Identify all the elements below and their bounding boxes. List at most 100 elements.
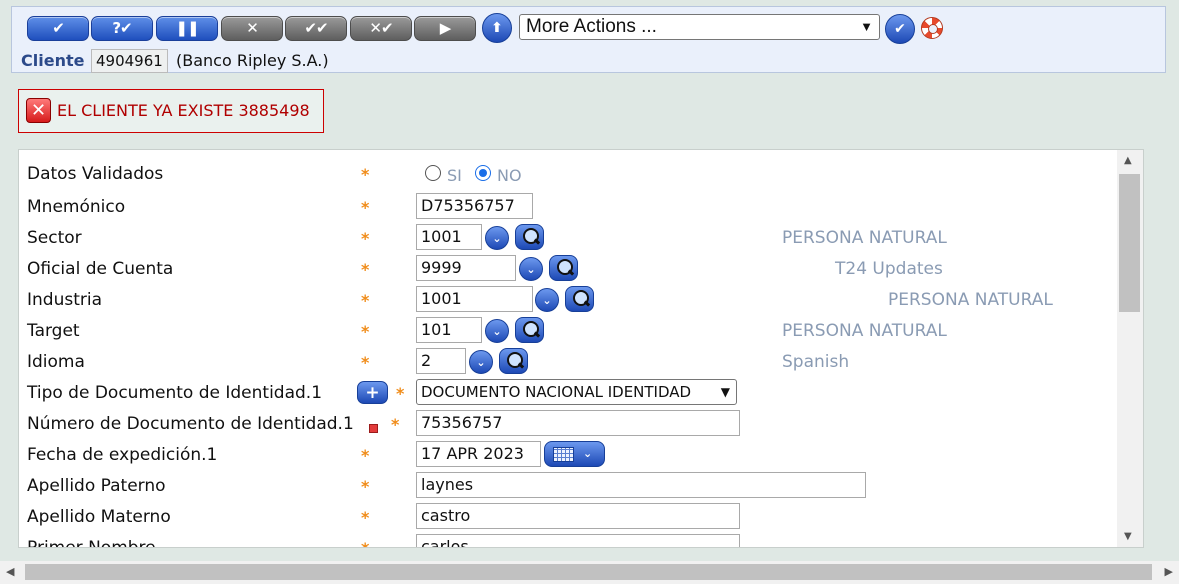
vertical-scroll-thumb[interactable] bbox=[1119, 174, 1140, 312]
chevron-down-icon: ▼ bbox=[720, 385, 730, 399]
oficial-input[interactable]: 9999 bbox=[416, 255, 516, 281]
sector-input[interactable]: 1001 bbox=[416, 224, 482, 250]
dropdown-icon[interactable]: ⌄ bbox=[519, 257, 543, 281]
vertical-scrollbar[interactable]: ▲ ▼ bbox=[1117, 150, 1143, 547]
go-button[interactable]: ✔ bbox=[885, 14, 915, 44]
reverse-icon: ✕✔ bbox=[369, 19, 393, 37]
target-input[interactable]: 101 bbox=[416, 317, 482, 343]
cliente-id: 4904961 bbox=[91, 49, 168, 73]
more-actions-value: More Actions ... bbox=[526, 16, 657, 37]
oficial-label: Oficial de Cuenta bbox=[27, 259, 174, 279]
idioma-input[interactable]: 2 bbox=[416, 348, 466, 374]
validate-icon: ?✔ bbox=[112, 19, 132, 37]
help-lifebuoy-icon[interactable] bbox=[921, 17, 943, 39]
mnemonico-input[interactable]: D75356757 bbox=[416, 193, 533, 219]
cliente-label: Cliente bbox=[21, 51, 85, 70]
mandatory-star-icon: * bbox=[361, 165, 370, 184]
apellido-paterno-label: Apellido Paterno bbox=[27, 476, 166, 496]
commit-button[interactable]: ✔ bbox=[27, 16, 89, 41]
row-fecha-expedicion: Fecha de expedición.1 * 17 APR 2023 ⌄ bbox=[19, 441, 1117, 471]
tipo-documento-label: Tipo de Documento de Identidad.1 bbox=[27, 383, 323, 403]
dropdown-icon[interactable]: ⌄ bbox=[485, 319, 509, 343]
mandatory-star-icon: * bbox=[361, 446, 370, 465]
row-numero-documento: Número de Documento de Identidad.1 * 753… bbox=[19, 410, 1117, 440]
scroll-left-icon[interactable]: ◀ bbox=[6, 565, 14, 578]
pause-icon: ❚❚ bbox=[175, 19, 199, 37]
more-actions-select[interactable]: More Actions ... ▼ bbox=[519, 14, 880, 40]
horizontal-scroll-thumb[interactable] bbox=[25, 564, 1152, 580]
delete-button[interactable]: ✕ bbox=[221, 16, 283, 41]
apellido-paterno-input[interactable]: laynes bbox=[416, 472, 866, 498]
scroll-up-icon[interactable]: ▲ bbox=[1124, 155, 1132, 166]
radio-no-label: NO bbox=[497, 166, 522, 185]
row-idioma: Idioma * 2 ⌄ Spanish bbox=[19, 348, 1117, 378]
mnemonico-label: Mnemónico bbox=[27, 197, 126, 217]
numero-documento-input[interactable]: 75356757 bbox=[416, 410, 740, 436]
next-button[interactable]: ▶ bbox=[414, 16, 476, 41]
error-text: EL CLIENTE YA EXISTE 3885498 bbox=[57, 101, 310, 120]
dropdown-icon[interactable]: ⌄ bbox=[535, 288, 559, 312]
mandatory-star-icon: * bbox=[361, 198, 370, 217]
scroll-down-icon[interactable]: ▼ bbox=[1124, 531, 1132, 542]
double-check-icon: ✔✔ bbox=[304, 19, 328, 37]
radio-si-label: SI bbox=[447, 166, 462, 185]
validate-button[interactable]: ?✔ bbox=[91, 16, 153, 41]
cliente-name: (Banco Ripley S.A.) bbox=[176, 51, 329, 70]
chevron-down-icon: ⌄ bbox=[492, 231, 502, 245]
industria-description: PERSONA NATURAL bbox=[888, 290, 1053, 310]
row-primer-nombre: Primer Nombre * carlos bbox=[19, 534, 1117, 547]
idioma-label: Idioma bbox=[27, 352, 85, 372]
search-icon[interactable] bbox=[515, 317, 544, 343]
oficial-description: T24 Updates bbox=[835, 259, 943, 279]
primer-nombre-input[interactable]: carlos bbox=[416, 534, 740, 547]
mandatory-star-icon: * bbox=[361, 477, 370, 496]
search-icon[interactable] bbox=[515, 224, 544, 250]
apellido-materno-input[interactable]: castro bbox=[416, 503, 740, 529]
tipo-documento-value: DOCUMENTO NACIONAL IDENTIDAD bbox=[421, 383, 692, 401]
radio-si[interactable] bbox=[425, 165, 441, 181]
search-icon[interactable] bbox=[549, 255, 578, 281]
error-message-box: ✕ EL CLIENTE YA EXISTE 3885498 bbox=[18, 89, 324, 133]
target-description: PERSONA NATURAL bbox=[782, 321, 947, 341]
sector-description: PERSONA NATURAL bbox=[782, 228, 947, 248]
search-icon[interactable] bbox=[499, 348, 528, 374]
reverse-button[interactable]: ✕✔ bbox=[350, 16, 412, 41]
chevron-down-icon: ▼ bbox=[860, 19, 873, 34]
mandatory-star-icon: * bbox=[361, 229, 370, 248]
mandatory-star-icon: * bbox=[396, 384, 405, 403]
fecha-expedicion-input[interactable]: 17 APR 2023 bbox=[416, 441, 541, 467]
customer-form-panel: Datos Validados * SI NO Mnemónico * D753… bbox=[18, 149, 1144, 548]
mandatory-star-icon: * bbox=[361, 353, 370, 372]
mandatory-star-icon: * bbox=[361, 291, 370, 310]
sector-label: Sector bbox=[27, 228, 82, 248]
required-marker-icon bbox=[369, 424, 378, 433]
dropdown-icon[interactable]: ⌄ bbox=[469, 350, 493, 374]
mandatory-star-icon: * bbox=[361, 508, 370, 527]
row-mnemonico: Mnemónico * D75356757 bbox=[19, 193, 1117, 223]
expand-multivalue-button[interactable]: + bbox=[357, 381, 388, 404]
radio-no[interactable] bbox=[475, 165, 491, 181]
dropdown-icon[interactable]: ⌄ bbox=[485, 226, 509, 250]
chevron-down-icon: ⌄ bbox=[476, 355, 486, 369]
datos-validados-label: Datos Validados bbox=[27, 164, 164, 184]
tipo-documento-select[interactable]: DOCUMENTO NACIONAL IDENTIDAD ▼ bbox=[416, 379, 737, 405]
mandatory-star-icon: * bbox=[361, 260, 370, 279]
industria-input[interactable]: 1001 bbox=[416, 286, 533, 312]
search-icon[interactable] bbox=[565, 286, 594, 312]
chevron-down-icon: ⌄ bbox=[492, 324, 502, 338]
mandatory-star-icon: * bbox=[361, 322, 370, 341]
mandatory-star-icon: * bbox=[391, 415, 400, 434]
hold-button[interactable]: ❚❚ bbox=[156, 16, 218, 41]
apellido-materno-label: Apellido Materno bbox=[27, 507, 171, 527]
row-sector: Sector * 1001 ⌄ PERSONA NATURAL bbox=[19, 224, 1117, 254]
close-icon: ✕ bbox=[246, 19, 259, 37]
chevron-down-icon: ⌄ bbox=[542, 293, 552, 307]
calendar-icon[interactable]: ⌄ bbox=[544, 441, 605, 467]
horizontal-scrollbar[interactable]: ◀ ▶ bbox=[0, 561, 1179, 584]
authorise-button[interactable]: ✔✔ bbox=[285, 16, 347, 41]
scroll-right-icon[interactable]: ▶ bbox=[1165, 565, 1173, 578]
transaction-header: ✔ ?✔ ❚❚ ✕ ✔✔ ✕✔ ▶ ⬆ More Actions ... ▼ ✔… bbox=[11, 6, 1166, 73]
error-icon: ✕ bbox=[26, 98, 51, 123]
fecha-expedicion-label: Fecha de expedición.1 bbox=[27, 445, 218, 465]
back-button[interactable]: ⬆ bbox=[482, 13, 512, 43]
